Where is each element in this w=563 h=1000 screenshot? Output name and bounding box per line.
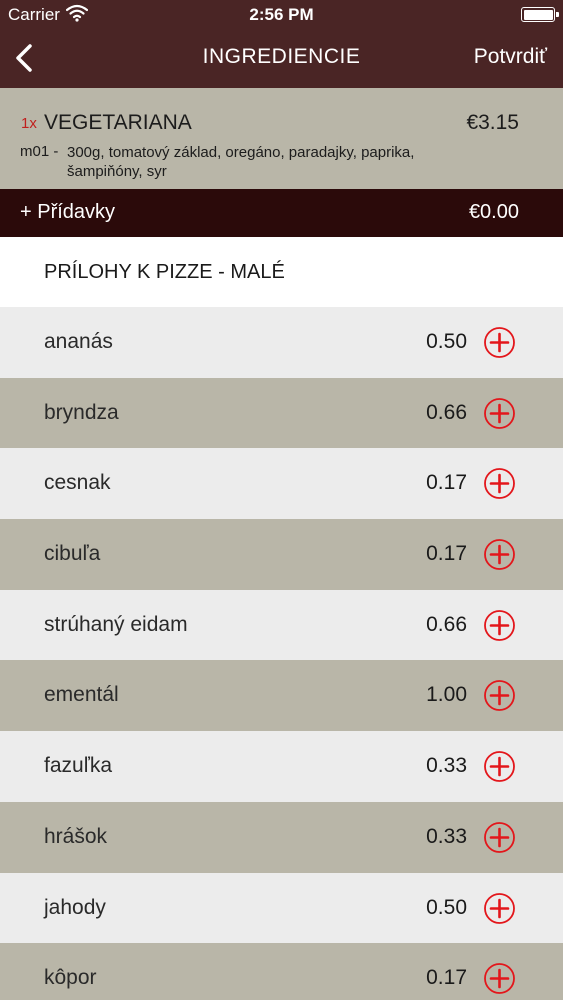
- item-price: 0.66: [426, 612, 467, 636]
- order-item-description: 300g, tomatový základ, oregáno, paradajk…: [67, 144, 415, 180]
- battery-icon: [521, 7, 559, 22]
- item-price: 0.17: [426, 542, 467, 566]
- item-name: jahody: [44, 895, 106, 919]
- list-item: strúhaný eidam 0.66: [0, 589, 563, 661]
- plus-circle-icon[interactable]: [483, 326, 516, 359]
- item-name: fazuľka: [44, 754, 112, 778]
- list-item: bryndza 0.66: [0, 377, 563, 449]
- item-price: 0.17: [426, 966, 467, 990]
- list-item: cesnak 0.17: [0, 448, 563, 520]
- item-name: kôpor: [44, 966, 97, 990]
- plus-circle-icon[interactable]: [483, 467, 516, 500]
- section-header: PRÍLOHY K PIZZE - MALÉ: [0, 237, 563, 307]
- item-price: 0.33: [426, 824, 467, 848]
- item-name: cibuľa: [44, 542, 101, 566]
- order-summary: 1x VEGETARIANA €3.15 m01 - 300g, tomatov…: [0, 88, 563, 189]
- item-name: strúhaný eidam: [44, 612, 188, 636]
- navigation-header: Carrier 2:56 PM INGREDIENCIE Potvrdiť: [0, 0, 563, 88]
- status-bar: Carrier 2:56 PM: [0, 0, 563, 30]
- list-item: ananás 0.50: [0, 307, 563, 378]
- plus-circle-icon[interactable]: [483, 962, 516, 995]
- item-price: 1.00: [426, 683, 467, 707]
- status-time: 2:56 PM: [249, 5, 314, 24]
- item-price: 0.50: [426, 895, 467, 919]
- order-item-code: m01 -: [20, 143, 59, 160]
- extras-price: €0.00: [468, 201, 519, 223]
- plus-circle-icon[interactable]: [483, 750, 516, 783]
- plus-circle-icon[interactable]: [483, 538, 516, 571]
- list-item: cibuľa 0.17: [0, 519, 563, 590]
- plus-circle-icon[interactable]: [483, 892, 516, 925]
- list-item: ementál 1.00: [0, 660, 563, 732]
- order-price: €3.15: [466, 111, 519, 134]
- nav-bar: INGREDIENCIE Potvrdiť: [0, 30, 563, 88]
- item-name: bryndza: [44, 400, 119, 424]
- order-item-name: VEGETARIANA: [44, 111, 192, 134]
- item-price: 0.50: [426, 330, 467, 353]
- item-name: hrášok: [44, 824, 108, 848]
- confirm-button[interactable]: Potvrdiť: [474, 45, 547, 69]
- item-price: 0.33: [426, 754, 467, 778]
- plus-circle-icon[interactable]: [483, 609, 516, 642]
- plus-circle-icon[interactable]: [483, 679, 516, 712]
- list-item: jahody 0.50: [0, 872, 563, 944]
- order-quantity: 1x: [21, 115, 37, 132]
- list-item: hrášok 0.33: [0, 801, 563, 873]
- plus-circle-icon[interactable]: [483, 821, 516, 854]
- extras-bar: + Přídavky €0.00: [0, 189, 563, 237]
- list-item: fazuľka 0.33: [0, 731, 563, 802]
- plus-circle-icon[interactable]: [483, 397, 516, 430]
- ingredient-list: ananás 0.50 bryndza 0.66 cesnak 0.17 cib…: [0, 307, 563, 1000]
- item-name: cesnak: [44, 471, 111, 495]
- item-name: ementál: [44, 683, 119, 707]
- section-title: PRÍLOHY K PIZZE - MALÉ: [44, 261, 285, 283]
- item-name: ananás: [44, 330, 113, 353]
- item-price: 0.66: [426, 400, 467, 424]
- item-price: 0.17: [426, 471, 467, 495]
- list-item: kôpor 0.17: [0, 943, 563, 1000]
- extras-label: + Přídavky: [20, 201, 116, 223]
